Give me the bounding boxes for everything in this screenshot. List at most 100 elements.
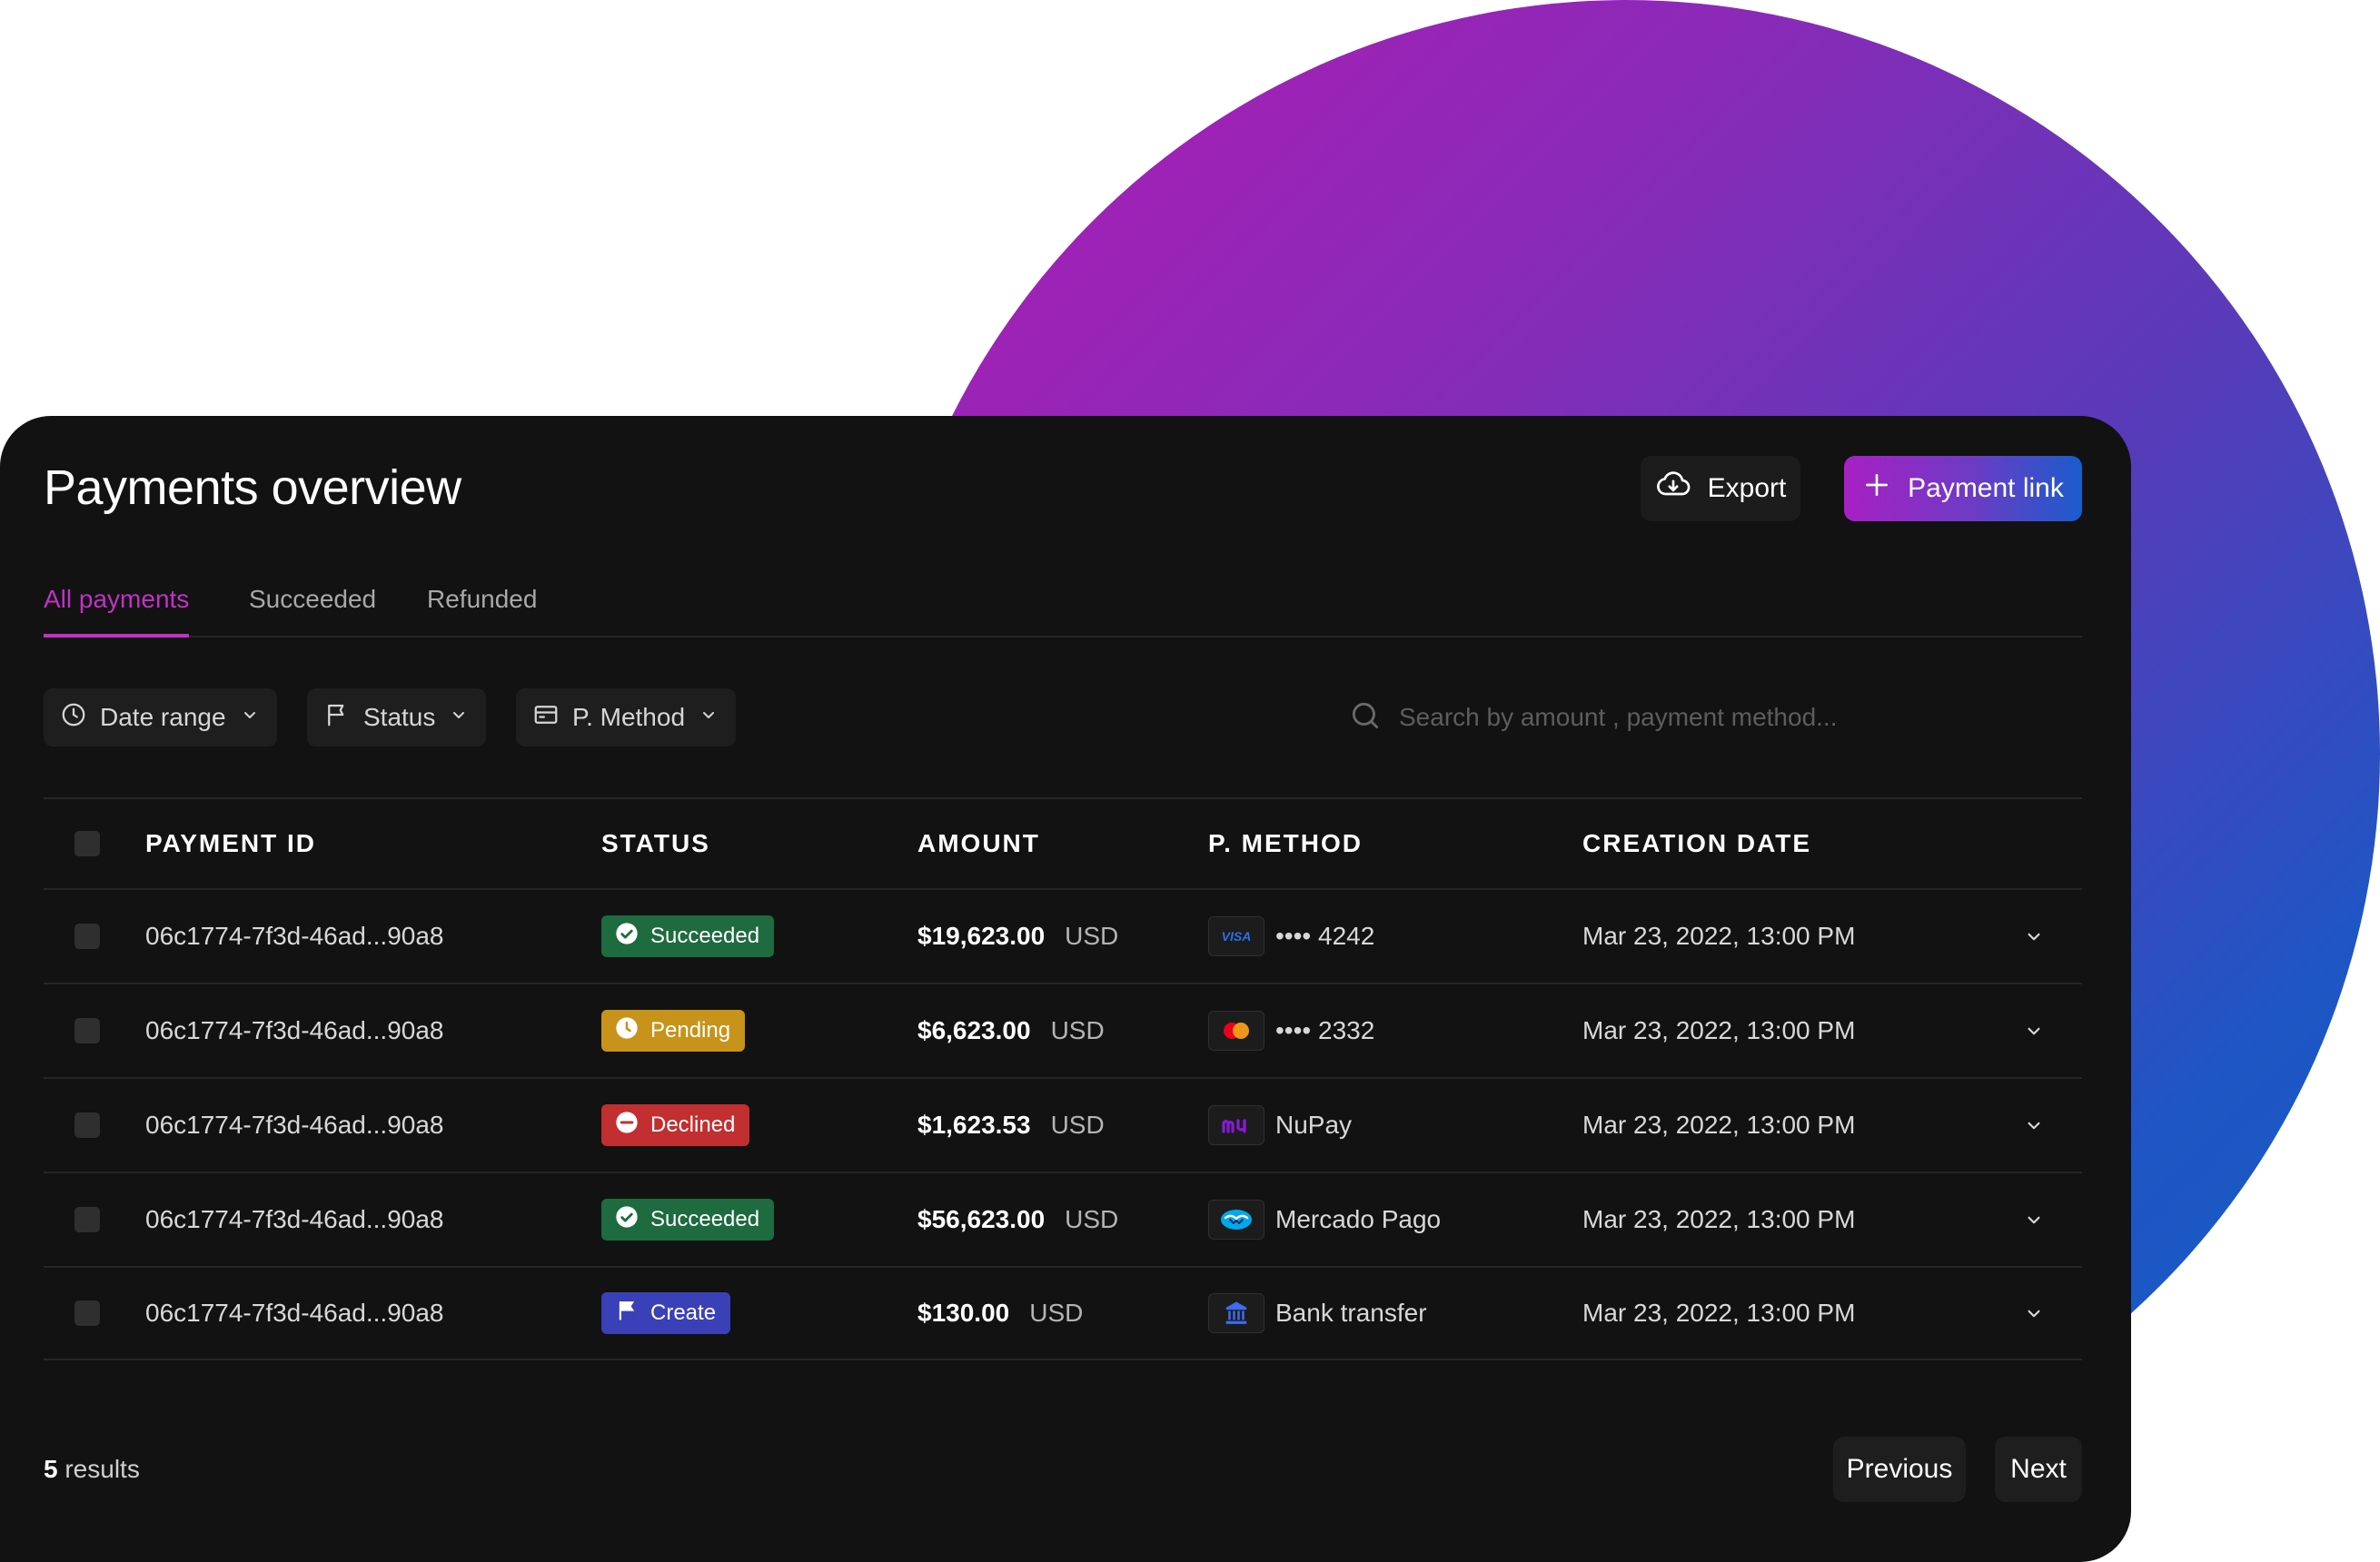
row-checkbox[interactable] xyxy=(74,1300,100,1326)
status-label: Status xyxy=(363,703,436,731)
column-header-creation-date[interactable]: CREATION DATE xyxy=(1582,829,1811,858)
card-icon xyxy=(532,701,560,735)
results-count: 5 results xyxy=(44,1455,140,1484)
table-header-row: PAYMENT ID STATUS AMOUNT P. METHOD CREAT… xyxy=(44,797,2082,888)
column-header-payment-method[interactable]: P. METHOD xyxy=(1208,829,1363,858)
mastercard-icon xyxy=(1208,1011,1264,1051)
amount-value: $1,623.53 xyxy=(917,1111,1031,1139)
payment-method-cell: Bank transfer xyxy=(1208,1293,1427,1333)
table-row[interactable]: 06c1774-7f3d-46ad...90a8 Pending $6,623.… xyxy=(44,983,2082,1077)
status-badge: Create xyxy=(601,1292,731,1334)
amount-value: $56,623.00 xyxy=(917,1205,1046,1233)
clock-icon xyxy=(614,1015,640,1047)
expand-row-chevron-icon[interactable] xyxy=(2022,1301,2046,1325)
payment-id: 06c1774-7f3d-46ad...90a8 xyxy=(145,1299,444,1327)
tab-succeeded[interactable]: Succeeded xyxy=(249,579,376,638)
payment-link-label: Payment link xyxy=(1908,473,2064,503)
payment-id: 06c1774-7f3d-46ad...90a8 xyxy=(145,1111,444,1139)
method-text: •••• 4242 xyxy=(1275,922,1375,950)
status-text: Create xyxy=(650,1300,717,1325)
chevron-down-icon xyxy=(239,703,261,732)
method-text: •••• 2332 xyxy=(1275,1016,1375,1044)
payment-id: 06c1774-7f3d-46ad...90a8 xyxy=(145,1016,444,1044)
expand-row-chevron-icon[interactable] xyxy=(2022,924,2046,948)
status-cell: Succeeded xyxy=(601,915,775,957)
amount-cell: $56,623.00 USD xyxy=(917,1205,1118,1234)
amount-currency: USD xyxy=(1065,922,1119,950)
search-bar xyxy=(1348,688,2082,746)
date-range-label: Date range xyxy=(100,703,226,731)
expand-row-chevron-icon[interactable] xyxy=(2022,1113,2046,1137)
table-row[interactable]: 06c1774-7f3d-46ad...90a8 Declined $1,623… xyxy=(44,1077,2082,1172)
tab-refunded[interactable]: Refunded xyxy=(427,579,537,638)
column-header-payment-id[interactable]: PAYMENT ID xyxy=(145,829,316,858)
column-header-status[interactable]: STATUS xyxy=(601,829,710,858)
table-row[interactable]: 06c1774-7f3d-46ad...90a8 Create $130.00 U… xyxy=(44,1266,2082,1360)
payment-method-cell: VISA •••• 4242 xyxy=(1208,916,1374,956)
row-checkbox[interactable] xyxy=(74,1112,100,1138)
row-checkbox[interactable] xyxy=(74,924,100,949)
payment-method-label: P. Method xyxy=(572,703,686,731)
amount-currency: USD xyxy=(1029,1299,1084,1327)
page-title: Payments overview xyxy=(44,460,461,515)
status-cell: Create xyxy=(601,1292,731,1334)
plus-icon xyxy=(1862,470,1891,507)
status-badge: Pending xyxy=(601,1010,746,1052)
nupay-icon xyxy=(1208,1105,1264,1145)
export-button[interactable]: Export xyxy=(1641,456,1800,521)
row-checkbox[interactable] xyxy=(74,1207,100,1232)
next-page-button[interactable]: Next xyxy=(1995,1437,2082,1502)
amount-currency: USD xyxy=(1065,1205,1119,1233)
payment-id: 06c1774-7f3d-46ad...90a8 xyxy=(145,1205,444,1233)
payment-method-cell: •••• 2332 xyxy=(1208,1011,1374,1051)
amount-cell: $130.00 USD xyxy=(917,1299,1083,1328)
status-cell: Pending xyxy=(601,1010,746,1052)
visa-icon: VISA xyxy=(1208,916,1264,956)
status-badge: Succeeded xyxy=(601,1199,775,1241)
chevron-down-icon xyxy=(448,703,470,732)
status-text: Succeeded xyxy=(650,1207,760,1231)
payments-card: Payments overview Export Payment link Al… xyxy=(0,416,2131,1562)
status-badge: Declined xyxy=(601,1104,750,1146)
bank-icon xyxy=(1208,1293,1264,1333)
results-label: results xyxy=(64,1455,140,1483)
search-icon xyxy=(1348,698,1383,737)
method-text: Mercado Pago xyxy=(1275,1205,1442,1233)
creation-date: Mar 23, 2022, 13:00 PM xyxy=(1582,1016,1856,1044)
payment-method-filter[interactable]: P. Method xyxy=(516,688,737,746)
creation-date: Mar 23, 2022, 13:00 PM xyxy=(1582,1111,1856,1139)
expand-row-chevron-icon[interactable] xyxy=(2022,1019,2046,1043)
method-text: NuPay xyxy=(1275,1111,1353,1139)
tab-bar: All payments Succeeded Refunded xyxy=(44,579,2082,638)
flag-icon xyxy=(323,701,351,735)
status-text: Declined xyxy=(650,1112,736,1137)
date-range-filter[interactable]: Date range xyxy=(44,688,277,746)
select-all-checkbox[interactable] xyxy=(74,831,100,856)
results-number: 5 xyxy=(44,1455,58,1483)
clock-icon xyxy=(60,701,87,735)
row-checkbox[interactable] xyxy=(74,1018,100,1043)
column-header-amount[interactable]: AMOUNT xyxy=(917,829,1040,858)
amount-cell: $19,623.00 USD xyxy=(917,922,1118,951)
tab-all-payments[interactable]: All payments xyxy=(44,579,190,638)
payment-link-button[interactable]: Payment link xyxy=(1844,456,2082,521)
expand-row-chevron-icon[interactable] xyxy=(2022,1208,2046,1231)
cloud-download-icon xyxy=(1655,467,1691,510)
table-row[interactable]: 06c1774-7f3d-46ad...90a8 Succeeded $19,6… xyxy=(44,888,2082,983)
amount-currency: USD xyxy=(1050,1111,1105,1139)
mercado-pago-icon xyxy=(1208,1200,1264,1240)
method-text: Bank transfer xyxy=(1275,1299,1427,1327)
payment-id: 06c1774-7f3d-46ad...90a8 xyxy=(145,922,444,950)
amount-cell: $1,623.53 USD xyxy=(917,1111,1105,1140)
chevron-down-icon xyxy=(698,703,719,732)
amount-value: $6,623.00 xyxy=(917,1016,1031,1044)
payments-table: PAYMENT ID STATUS AMOUNT P. METHOD CREAT… xyxy=(44,797,2082,1360)
minus-circle-icon xyxy=(614,1110,640,1142)
previous-page-button[interactable]: Previous xyxy=(1833,1437,1966,1502)
status-filter[interactable]: Status xyxy=(307,688,487,746)
check-circle-icon xyxy=(614,921,640,953)
creation-date: Mar 23, 2022, 13:00 PM xyxy=(1582,1205,1856,1233)
table-row[interactable]: 06c1774-7f3d-46ad...90a8 Succeeded $56,6… xyxy=(44,1172,2082,1266)
amount-cell: $6,623.00 USD xyxy=(917,1016,1105,1045)
search-input[interactable] xyxy=(1399,703,2035,732)
